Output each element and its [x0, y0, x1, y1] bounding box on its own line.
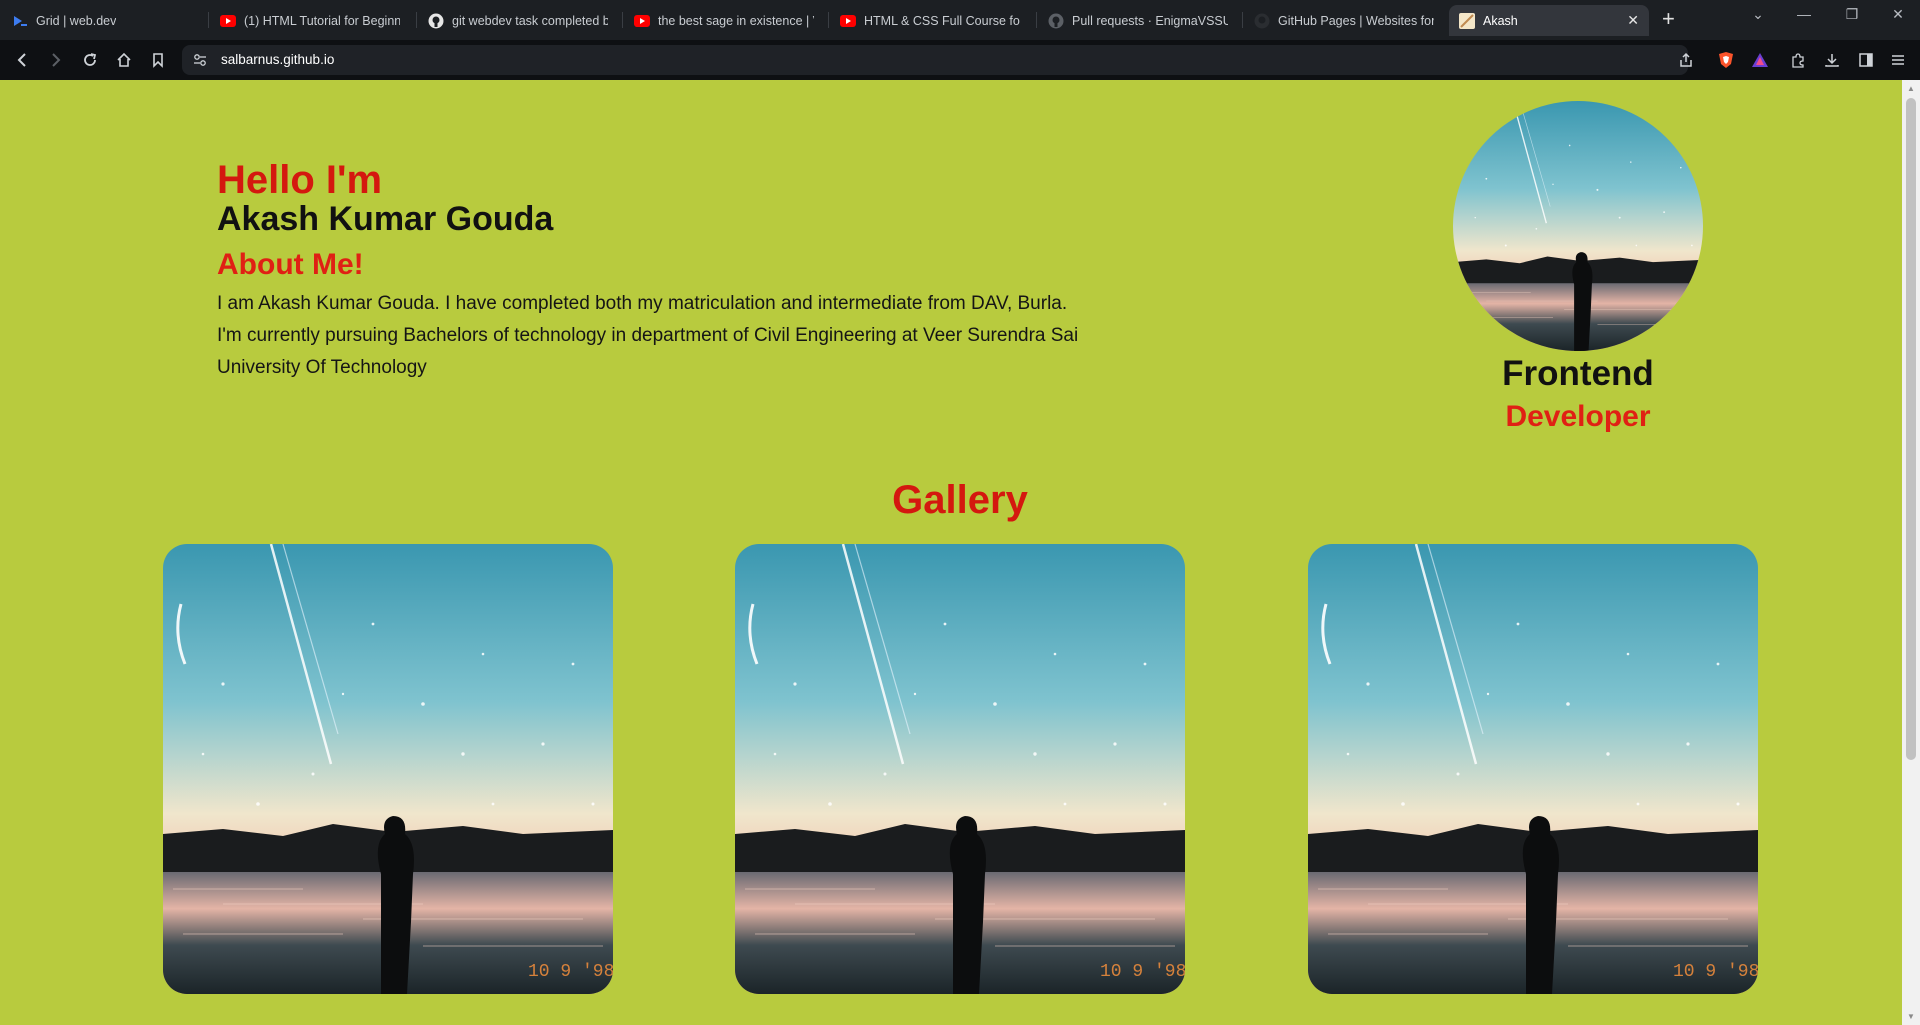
tab-title: git webdev task completed by: [452, 13, 608, 28]
tab-divider: [1036, 12, 1037, 28]
bio-text: I am Akash Kumar Gouda. I have completed…: [217, 293, 1079, 378]
about-heading: About Me!: [217, 248, 364, 281]
home-icon[interactable]: [114, 50, 134, 70]
tab-title: Akash: [1483, 13, 1518, 28]
back-icon[interactable]: [12, 50, 32, 70]
greeting-heading: Hello I'm: [217, 158, 383, 202]
tab-sage[interactable]: the best sage in existence | VA: [624, 5, 824, 36]
tab-divider: [208, 12, 209, 28]
downloads-icon[interactable]: [1822, 50, 1842, 70]
forward-icon[interactable]: [46, 50, 66, 70]
tab-title: Grid | web.dev: [36, 13, 117, 28]
tab-title: the best sage in existence | VA: [658, 13, 814, 28]
extensions-icon[interactable]: [1788, 50, 1808, 70]
tab-divider: [1242, 12, 1243, 28]
profile-photo: [1453, 101, 1703, 351]
scroll-down-icon[interactable]: ▼: [1906, 1012, 1916, 1022]
tab-title: GitHub Pages | Websites for yo: [1278, 13, 1434, 28]
tab-pull-requests[interactable]: Pull requests · EnigmaVSSUT/: [1038, 5, 1238, 36]
youtube-icon: [634, 13, 650, 29]
role-line-2: Developer: [1505, 400, 1651, 433]
gallery-image-1: [163, 544, 613, 994]
page-icon: [1459, 12, 1475, 29]
menu-icon[interactable]: [1888, 50, 1908, 70]
tab-divider: [416, 12, 417, 28]
tab-webdev[interactable]: Grid | web.dev: [2, 5, 202, 36]
minimize-icon[interactable]: —: [1794, 6, 1814, 22]
webdev-icon: [12, 13, 28, 29]
tab-html-css-course[interactable]: HTML & CSS Full Course for fr: [830, 5, 1030, 36]
tab-git-webdev[interactable]: git webdev task completed by: [418, 5, 618, 36]
tab-akash[interactable]: Akash ✕: [1449, 5, 1649, 36]
site-settings-icon[interactable]: [190, 50, 210, 70]
new-tab-button[interactable]: +: [1662, 6, 1675, 32]
tab-title: HTML & CSS Full Course for fr: [864, 13, 1020, 28]
bookmark-icon[interactable]: [148, 50, 168, 70]
tab-title: (1) HTML Tutorial for Beginners: [244, 13, 400, 28]
github-icon: [428, 13, 444, 29]
close-window-icon[interactable]: ✕: [1888, 6, 1908, 23]
tab-html-tutorial[interactable]: (1) HTML Tutorial for Beginners: [210, 5, 410, 36]
tab-github-pages[interactable]: GitHub Pages | Websites for yo: [1244, 5, 1444, 36]
tab-bar: Grid | web.dev (1) HTML Tutorial for Beg…: [0, 0, 1920, 40]
github-icon: [1254, 13, 1270, 29]
reload-icon[interactable]: [80, 50, 100, 70]
tab-search-icon[interactable]: ⌄: [1748, 6, 1768, 23]
youtube-icon: [840, 13, 856, 29]
tab-divider: [828, 12, 829, 28]
scrollbar-thumb[interactable]: [1906, 98, 1916, 760]
share-icon[interactable]: [1676, 50, 1696, 70]
page-content: Hello I'm Akash Kumar Gouda About Me! I …: [0, 80, 1902, 1025]
name-heading: Akash Kumar Gouda: [217, 200, 554, 238]
gallery-image-3: [1308, 544, 1758, 994]
close-tab-icon[interactable]: ✕: [1627, 12, 1639, 29]
brave-rewards-icon[interactable]: [1750, 50, 1770, 70]
github-icon: [1048, 13, 1064, 29]
sidebar-icon[interactable]: [1856, 50, 1876, 70]
gallery-heading: Gallery: [892, 478, 1028, 522]
tab-title: Pull requests · EnigmaVSSUT/: [1072, 13, 1228, 28]
tab-divider: [622, 12, 623, 28]
role-line-1: Frontend: [1502, 354, 1654, 393]
scroll-up-icon[interactable]: ▲: [1906, 84, 1916, 94]
restore-icon[interactable]: ❐: [1842, 6, 1862, 23]
brave-shields-icon[interactable]: [1716, 50, 1736, 70]
gallery-image-2: [735, 544, 1185, 994]
url-text[interactable]: salbarnus.github.io: [221, 52, 334, 67]
address-bar[interactable]: [182, 45, 1688, 75]
youtube-icon: [220, 13, 236, 29]
